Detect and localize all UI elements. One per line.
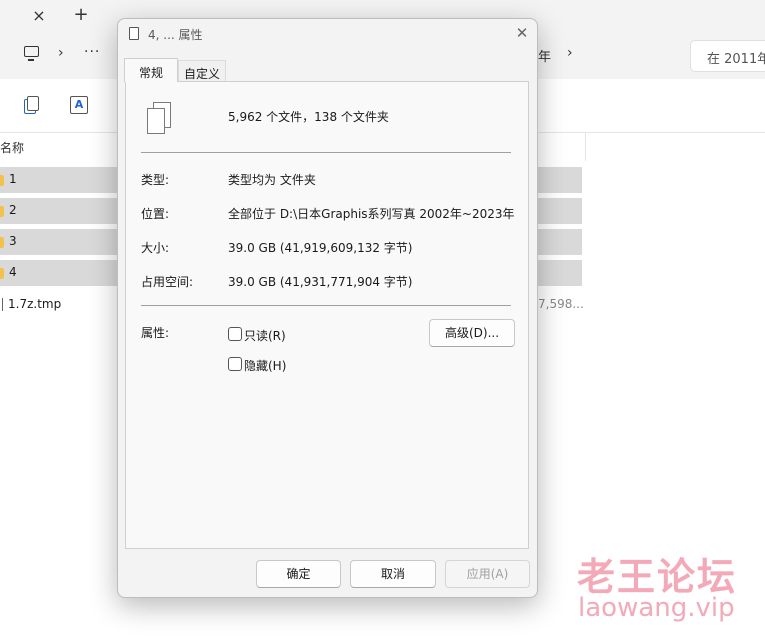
column-divider [585,133,586,161]
disk-size-value: 39.0 GB (41,931,771,904 字节) [228,275,413,289]
advanced-button[interactable]: 高级(D)... [429,319,515,347]
type-value: 类型均为 文件夹 [228,173,316,187]
column-header-name[interactable]: 名称 [0,139,24,156]
close-icon[interactable]: ✕ [512,23,532,43]
type-label: 类型: [141,173,170,187]
readonly-checkbox[interactable] [228,327,242,341]
ok-button[interactable]: 确定 [256,560,341,588]
chevron-right-icon[interactable]: › [58,45,64,61]
list-item-name: 1 [9,172,17,186]
file-icon [0,298,3,311]
more-breadcrumbs-icon[interactable]: ··· [84,44,100,60]
list-item-name: 3 [9,234,17,248]
size-label: 大小: [141,241,170,255]
folder-icon [0,237,4,248]
apply-button[interactable]: 应用(A) [445,560,530,588]
size-value: 39.0 GB (41,919,609,132 字节) [228,241,413,255]
selection-summary: 5,962 个文件，138 个文件夹 [228,110,389,124]
hidden-label[interactable]: 隐藏(H) [244,357,286,374]
close-tab-icon[interactable]: × [30,7,48,25]
divider [141,305,511,306]
search-input[interactable]: 在 2011年 [690,40,765,72]
divider [141,152,511,153]
attributes-label: 属性: [141,326,170,340]
copy-icon[interactable] [24,96,39,114]
list-item-name: 2 [9,203,17,217]
folder-icon [0,206,4,217]
folder-icon [0,268,4,279]
location-label: 位置: [141,207,170,221]
dialog-title: 4, ... 属性 [148,28,203,42]
list-item-name: 1.7z.tmp [8,297,62,311]
watermark-url: laowang.vip [578,593,735,623]
hidden-checkbox[interactable] [228,357,242,371]
location-value: 全部位于 D:\日本Graphis系列写真 2002年~2023年 1 [228,207,518,221]
new-tab-icon[interactable]: + [72,6,90,24]
list-item-size: 7,598... [538,297,584,311]
properties-dialog: 4, ... 属性 ✕ 常规 自定义 5,962 个文件，138 个文件夹 类型… [117,18,538,598]
computer-icon[interactable] [24,46,39,61]
cancel-button[interactable]: 取消 [350,560,436,588]
multiple-files-icon [147,102,173,134]
document-icon [126,27,139,44]
chevron-right-icon[interactable]: › [567,45,573,61]
tab-general[interactable]: 常规 [124,58,178,82]
rename-icon[interactable]: A [70,96,88,114]
readonly-label[interactable]: 只读(R) [244,327,286,344]
disk-size-label: 占用空间: [141,275,194,289]
folder-icon [0,175,4,186]
tab-custom[interactable]: 自定义 [178,60,226,82]
breadcrumb-segment[interactable]: 年 [538,46,551,65]
list-item-name: 4 [9,265,17,279]
